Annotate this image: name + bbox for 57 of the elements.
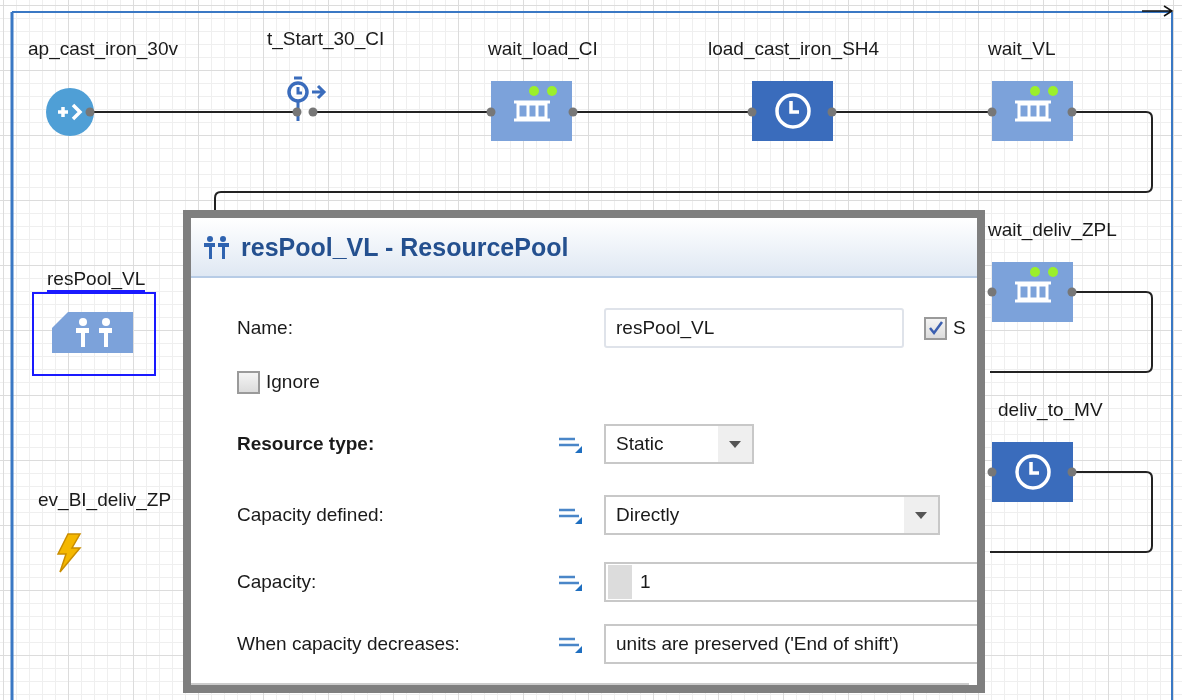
block-label: ap_cast_iron_30v	[28, 38, 178, 60]
status-lights-icon	[528, 85, 558, 97]
port-dot[interactable]	[85, 107, 95, 117]
port-dot[interactable]	[568, 107, 578, 117]
delay-block[interactable]	[752, 81, 833, 141]
dialog-title: resPool_VL - ResourcePool	[241, 232, 569, 262]
block-label: wait_deliv_ZPL	[988, 219, 1117, 241]
checkbox[interactable]	[924, 316, 947, 340]
field-label: When capacity decreases:	[237, 633, 461, 655]
port-dot[interactable]	[987, 107, 997, 117]
field-label: Resource type:	[237, 433, 376, 455]
resource-pool-icon[interactable]	[52, 312, 133, 353]
queue-icon	[511, 100, 552, 122]
text-field[interactable]: units are preserved ('End of shift')	[604, 624, 977, 664]
block-label: ev_BI_deliv_ZP	[38, 489, 172, 511]
field-label: Name:	[237, 317, 294, 339]
arrow	[1141, 5, 1174, 17]
block-label: wait_VL	[988, 38, 1056, 60]
block-label: t_Start_30_CI	[267, 28, 385, 50]
checkbox[interactable]	[237, 370, 260, 394]
port-dot[interactable]	[987, 467, 997, 477]
port-dot[interactable]	[1067, 287, 1077, 297]
dropdown[interactable]: Static	[604, 424, 754, 464]
port-dot[interactable]	[1067, 107, 1077, 117]
lightning-icon	[56, 533, 82, 573]
delay-block[interactable]	[992, 442, 1073, 502]
clock-icon	[773, 92, 812, 130]
block-label: deliv_to_MV	[998, 399, 1103, 421]
status-lights-icon	[1029, 266, 1059, 278]
dropdown[interactable]: Directly	[604, 495, 940, 535]
port-dot[interactable]	[292, 107, 302, 117]
caret-icon	[915, 511, 927, 519]
clock-icon	[1013, 453, 1052, 491]
source-icon	[46, 88, 94, 136]
port-dot[interactable]	[486, 107, 496, 117]
queue-icon	[1012, 281, 1053, 303]
status-lights-icon	[1029, 85, 1059, 97]
block-label: resPool_VL	[47, 268, 146, 292]
field-label: Capacity:	[237, 571, 318, 593]
number-field[interactable]: 1	[604, 562, 977, 602]
queue-block[interactable]	[992, 262, 1073, 322]
queue-block[interactable]	[992, 81, 1073, 141]
resource-pool-icon	[203, 235, 231, 259]
port-dot[interactable]	[747, 107, 757, 117]
block-label: wait_load_CI	[488, 38, 598, 60]
queue-block[interactable]	[491, 81, 572, 141]
queue-icon	[1012, 100, 1053, 122]
port-dot[interactable]	[827, 107, 837, 117]
name-field[interactable]: resPool_VL	[604, 308, 904, 348]
caret-icon	[729, 440, 741, 448]
port-dot[interactable]	[308, 107, 318, 117]
checkbox-label: Ignore	[266, 371, 320, 393]
port-dot[interactable]	[987, 287, 997, 297]
port-dot[interactable]	[1067, 467, 1077, 477]
field-label: Capacity defined:	[237, 504, 385, 526]
block-label: load_cast_iron_SH4	[708, 38, 880, 60]
checkbox-label: S	[953, 317, 966, 339]
